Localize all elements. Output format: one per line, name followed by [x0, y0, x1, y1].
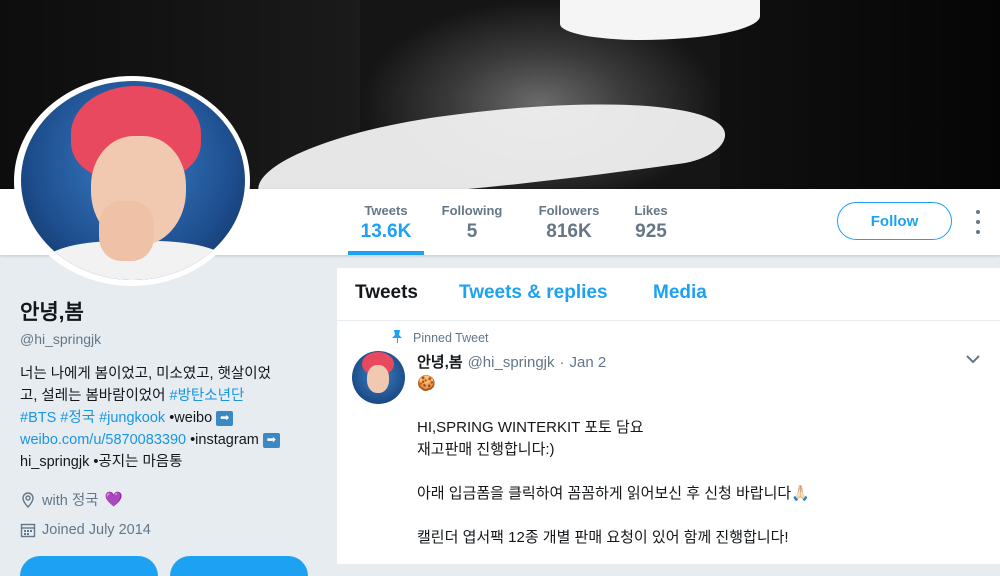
profile-joined: Joined July 2014	[20, 522, 320, 538]
hashtag-link[interactable]: #jungkook	[99, 410, 165, 426]
profile-buttons	[20, 556, 310, 576]
tweet-date[interactable]: Jan 2	[570, 354, 607, 371]
purple-heart-icon: 💜	[104, 492, 123, 508]
tweet-avatar[interactable]	[352, 351, 405, 404]
stat-label: Following	[441, 203, 503, 218]
weibo-link[interactable]: weibo.com/u/5870083390	[20, 432, 186, 448]
bio-text: •weibo	[165, 410, 217, 426]
tweet-body: 🍪 HI,SPRING WINTERKIT 포토 담요 재고판매 진행합니다:)…	[417, 373, 977, 549]
stat-following[interactable]: Following 5	[436, 189, 508, 255]
stat-label: Followers	[538, 203, 600, 218]
avatar[interactable]	[21, 81, 245, 280]
location-text: with 정국	[42, 493, 99, 509]
profile-name[interactable]: 안녕,봄	[20, 296, 320, 326]
tweet-author-handle[interactable]: @hi_springjk	[468, 354, 555, 371]
location-icon	[22, 491, 34, 508]
message-button[interactable]	[170, 556, 308, 576]
arrow-right-icon: ➡	[262, 432, 280, 448]
timeline: Tweets Tweets & replies Media Pinned Twe…	[337, 268, 1000, 564]
pinned-text: Pinned Tweet	[413, 330, 489, 345]
stat-value: 5	[466, 221, 478, 242]
tweet-line: 캘린더 엽서팩 12종 개별 판매 요청이 있어 함께 진행합니다!	[417, 529, 789, 546]
pin-icon	[391, 329, 403, 346]
hashtag-link[interactable]: #정국	[60, 410, 95, 426]
stat-value: 925	[635, 221, 667, 242]
pinned-tweet[interactable]: Pinned Tweet 안녕,봄 @hi_springjk · Jan 2 🍪…	[337, 321, 1000, 565]
bio-text: •instagram	[186, 432, 263, 448]
joined-text: Joined July 2014	[42, 522, 151, 538]
more-icon[interactable]	[970, 210, 986, 234]
avatar-hand	[99, 201, 154, 261]
profile-bio: 너는 나에게 봄이었고, 미소였고, 햇살이었 고, 설레는 봄바람이었어 #방…	[20, 363, 320, 473]
tweet-line: 아래 입금폼을 클릭하여 꼼꼼하게 읽어보신 후 신청 바랍니다🙏🏻	[417, 485, 810, 502]
follow-button[interactable]: Follow	[837, 202, 952, 240]
chevron-down-icon[interactable]	[966, 351, 980, 369]
profile-handle[interactable]: @hi_springjk	[20, 331, 320, 347]
stat-tweets[interactable]: Tweets 13.6K	[348, 189, 424, 255]
pinned-label: Pinned Tweet	[391, 329, 489, 346]
tweet-author-name[interactable]: 안녕,봄	[417, 351, 463, 372]
bio-text: 고, 설레는 봄바람이었어	[20, 388, 170, 404]
cookie-icon: 🍪	[417, 375, 436, 392]
stat-followers[interactable]: Followers 816K	[532, 189, 606, 255]
tab-tweets[interactable]: Tweets	[355, 282, 418, 304]
banner-cloth-top	[560, 0, 760, 40]
tab-tweets-replies[interactable]: Tweets & replies	[459, 282, 608, 304]
tweet-line: 재고판매 진행합니다:)	[417, 441, 555, 458]
hashtag-link[interactable]: #BTS	[20, 410, 56, 426]
stat-label: Tweets	[364, 203, 408, 218]
tweet-header: 안녕,봄 @hi_springjk · Jan 2	[417, 351, 606, 372]
timeline-tabs: Tweets Tweets & replies Media	[337, 268, 1000, 321]
profile-card: 안녕,봄 @hi_springjk 너는 나에게 봄이었고, 미소였고, 햇살이…	[20, 296, 320, 538]
calendar-icon	[20, 523, 36, 538]
hashtag-link[interactable]: #방탄소년단	[170, 388, 245, 404]
tweet-line: HI,SPRING WINTERKIT 포토 담요	[417, 419, 644, 436]
stat-value: 816K	[546, 221, 592, 242]
stat-label: Likes	[634, 203, 668, 218]
tweet-separator: ·	[559, 354, 565, 371]
arrow-right-icon: ➡	[216, 410, 234, 426]
bio-text: 너는 나에게 봄이었고, 미소였고, 햇살이었	[20, 366, 271, 382]
tab-media[interactable]: Media	[653, 282, 707, 304]
bio-text: hi_springjk •공지는 마음통	[20, 454, 183, 470]
stat-value: 13.6K	[360, 221, 412, 242]
tweet-to-button[interactable]	[20, 556, 158, 576]
profile-location: with 정국 💜	[20, 489, 320, 510]
stat-likes[interactable]: Likes 925	[628, 189, 674, 255]
tweet-avatar-face	[367, 365, 389, 393]
